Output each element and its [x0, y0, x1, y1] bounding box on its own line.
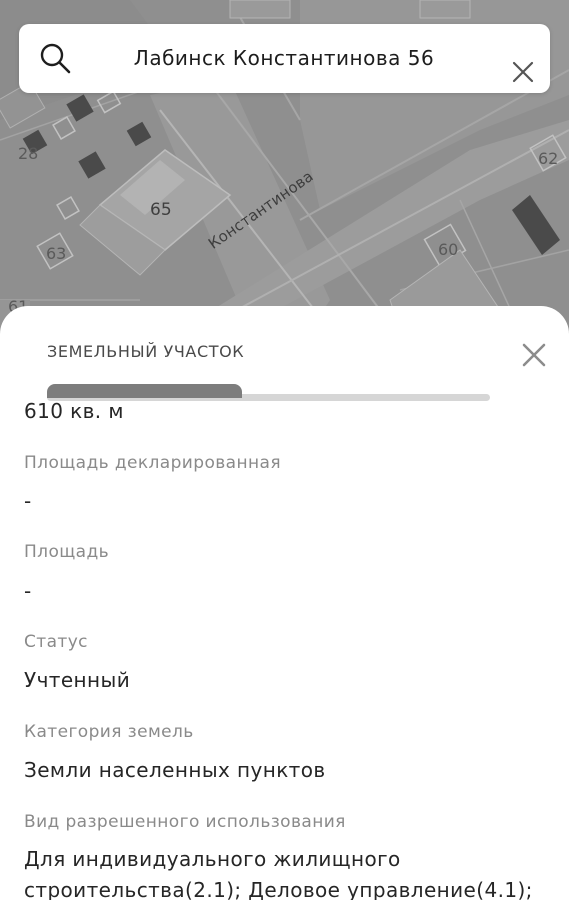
status-label: Статус — [24, 632, 88, 652]
area-value: 610 кв. м — [24, 399, 124, 423]
permitted-use-value: Для индивидуального жилищного строительс… — [24, 847, 533, 900]
search-bar[interactable] — [19, 24, 550, 93]
declared-area-label: Площадь декларированная — [24, 453, 281, 473]
search-input[interactable] — [94, 38, 474, 78]
house-number-label: 62 — [538, 149, 559, 168]
sheet-title: ЗЕМЕЛЬНЫЙ УЧАСТОК — [47, 342, 245, 361]
house-number-label: 65 — [150, 200, 172, 220]
parcel-info-sheet[interactable]: ЗЕМЕЛЬНЫЙ УЧАСТОК 610 кв. м Площадь декл… — [0, 306, 569, 900]
land-category-value: Земли населенных пунктов — [24, 758, 326, 782]
area-field-value: - — [24, 579, 32, 603]
permitted-use-label: Вид разрешенного использования — [24, 812, 346, 832]
area-label: Площадь — [24, 542, 110, 562]
clear-search-icon[interactable] — [511, 60, 535, 84]
house-number-label: 28 — [18, 144, 39, 163]
land-category-label: Категория земель — [24, 722, 194, 742]
search-icon[interactable] — [39, 42, 71, 74]
declared-area-value: - — [24, 489, 32, 513]
house-number-label: 63 — [46, 244, 67, 263]
close-icon[interactable] — [520, 341, 548, 369]
status-value: Учтенный — [24, 668, 131, 692]
house-number-label: 60 — [438, 240, 459, 259]
